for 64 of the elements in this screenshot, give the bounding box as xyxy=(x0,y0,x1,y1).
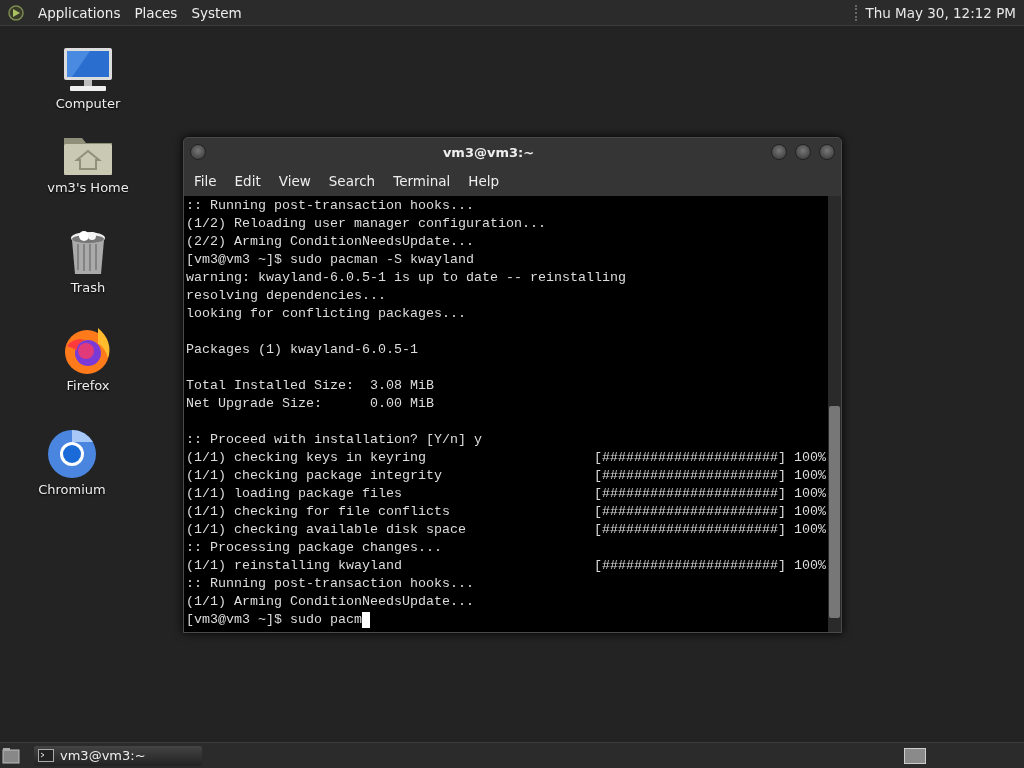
terminal-line: looking for conflicting packages... xyxy=(186,305,466,323)
terminal-line: Net Upgrade Size: 0.00 MiB xyxy=(186,395,434,413)
command-line: [vm3@vm3 ~]$ sudo pacm xyxy=(186,611,362,629)
progress-bar-text: [######################] xyxy=(594,504,786,519)
terminal-line: Total Installed Size: 3.08 MiB xyxy=(186,377,434,395)
scrollbar-thumb[interactable] xyxy=(829,406,840,618)
progress-percent: 100% xyxy=(794,467,826,485)
terminal-line: :: Running post-transaction hooks... xyxy=(186,197,474,215)
terminal-line: (2/2) Arming ConditionNeedsUpdate... xyxy=(186,233,474,251)
terminal-line: :: Running post-transaction hooks... xyxy=(186,575,474,593)
terminal-line: resolving dependencies... xyxy=(186,287,386,305)
progress-bar-text: [######################] xyxy=(594,486,786,501)
text-cursor xyxy=(361,612,370,628)
progress-bar-text: [######################] xyxy=(594,468,786,483)
maximize-button[interactable] xyxy=(795,144,811,160)
icon-label[interactable]: Computer xyxy=(55,96,121,111)
icon-label[interactable]: vm3's Home xyxy=(47,180,129,195)
taskbar-button[interactable]: vm3@vm3:~ xyxy=(34,745,202,766)
menu-item[interactable]: Applications xyxy=(38,4,121,21)
logo-icon[interactable] xyxy=(8,3,24,22)
close-button[interactable] xyxy=(819,144,835,160)
scrollbar[interactable] xyxy=(828,196,841,632)
trash-icon[interactable] xyxy=(68,228,108,276)
terminal-line: (1/1) checking for file conflicts xyxy=(186,504,450,519)
terminal-line: (1/1) loading package files xyxy=(186,486,402,501)
progress-percent: 100% xyxy=(794,521,826,539)
progress-bar-text: [######################] xyxy=(594,558,786,573)
menu-item[interactable]: Terminal xyxy=(387,171,457,191)
show-desktop-icon[interactable] xyxy=(2,747,20,764)
menu-item[interactable]: Search xyxy=(322,171,382,191)
chromium-icon[interactable] xyxy=(48,430,96,478)
progress-bar-text: [######################] xyxy=(594,522,786,537)
menu-item[interactable]: View xyxy=(272,171,317,191)
progress-percent: 100% xyxy=(794,449,826,467)
terminal-line: (1/1) checking keys in keyring xyxy=(186,450,426,465)
terminal-line: [vm3@vm3 ~]$ sudo pacman -S kwayland xyxy=(186,251,474,269)
terminal-line: (1/1) reinstalling kwayland xyxy=(186,558,402,573)
progress-bar-text: [######################] xyxy=(594,450,786,465)
firefox-icon[interactable] xyxy=(64,326,112,374)
progress-percent: 100% xyxy=(794,503,826,521)
workspace-switcher[interactable] xyxy=(904,747,926,764)
terminal-line: (1/1) checking package integrity xyxy=(186,468,442,483)
icon-label[interactable]: Firefox xyxy=(66,378,110,393)
menu-item[interactable]: Help xyxy=(462,171,506,191)
terminal-line: :: Processing package changes... xyxy=(186,539,442,557)
menu-item[interactable]: Places xyxy=(134,4,178,21)
progress-percent: 100% xyxy=(794,485,826,503)
terminal-line: Packages (1) kwayland-6.0.5-1 xyxy=(186,341,418,359)
icon-label[interactable]: Chromium xyxy=(38,482,106,497)
menu-item[interactable]: Edit xyxy=(228,171,267,191)
minimize-button[interactable] xyxy=(771,144,787,160)
clock[interactable]: Thu May 30, 12:12 PM xyxy=(855,4,1016,21)
terminal-line: warning: kwayland-6.0.5-1 is up to date -- reinstalling xyxy=(186,269,626,287)
terminal-line: (1/2) Reloading user manager configuration... xyxy=(186,215,546,233)
terminal-line: :: Proceed with installation? [Y/n] y xyxy=(186,431,482,449)
icon-label[interactable]: Trash xyxy=(70,280,106,295)
menu-item[interactable]: System xyxy=(191,4,242,21)
window-menu-button[interactable] xyxy=(190,144,206,160)
terminal-line: (1/1) Arming ConditionNeedsUpdate... xyxy=(186,593,474,611)
terminal-line: (1/1) checking available disk space xyxy=(186,522,466,537)
progress-percent: 100% xyxy=(794,557,826,575)
window-title: vm3@vm3:~ xyxy=(441,144,536,160)
terminal-icon xyxy=(38,749,54,762)
menu-item[interactable]: File xyxy=(188,171,223,191)
